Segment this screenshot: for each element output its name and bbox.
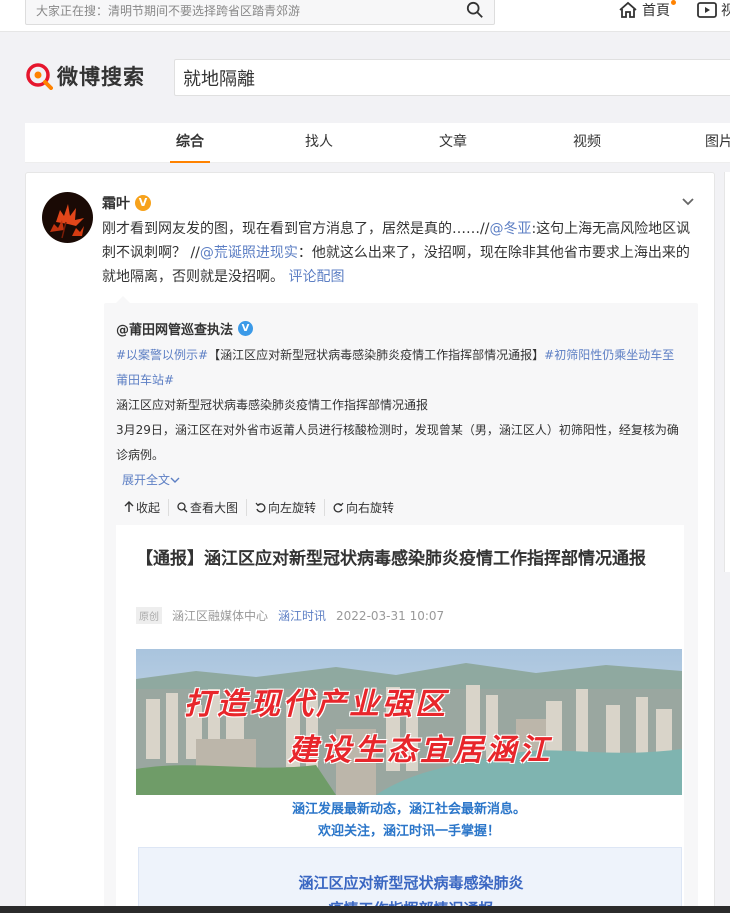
bottom-bar [0, 906, 730, 913]
hashtag-link-1[interactable]: #以案警以例示# [116, 348, 208, 362]
repost-username-text[interactable]: @莆田网管巡查执法 [116, 319, 233, 338]
weibo-search-logo[interactable]: 微博搜索 [25, 61, 145, 91]
article-title: 【通报】涵江区应对新型冠状病毒感染肺炎疫情工作指挥部情况通报 [136, 549, 646, 569]
mention-link-2[interactable]: @荒诞照进现实 [200, 245, 298, 261]
search-tabs: 综合 找人 文章 视频 图片 [25, 123, 730, 163]
post-text: 刚才看到网友发的图，现在看到官方消息了，居然是真的……//@冬亚:这句上海无高风… [102, 217, 702, 289]
search-logo-icon [26, 63, 53, 90]
chevron-down-icon[interactable] [681, 195, 695, 209]
repost-username[interactable]: @莆田网管巡查执法 V [116, 319, 254, 338]
rotate-left-label[interactable]: 向左旋转 [268, 499, 316, 516]
post-text-part1: 刚才看到网友发的图，现在看到官方消息了，居然是真的……// [102, 221, 490, 237]
expand-label[interactable]: 展开全文 [122, 473, 170, 487]
image-toolbar: 收起 查看大图 向左旋转 向右旋转 [124, 498, 402, 516]
rotate-left-button[interactable]: 向左旋转 [246, 498, 324, 516]
notification-dot [671, 0, 676, 5]
nav-video-label: 视 [721, 3, 730, 19]
post-username[interactable]: 霜叶 V [102, 193, 151, 213]
search-icon[interactable] [466, 1, 484, 19]
collapse-label[interactable]: 收起 [136, 499, 160, 516]
top-search-input[interactable]: 大家正在搜：清明节期间不要选择跨省区踏青郊游 [25, 0, 495, 25]
repost-line-3: 3月29日，涵江区在对外省市返莆人员进行核酸检测时，发现曾某（男，涵江区人）初筛… [116, 423, 679, 462]
mention-link-1[interactable]: @冬亚 [489, 221, 531, 237]
logo-text: 微博搜索 [57, 65, 145, 89]
article-time: 2022-03-31 10:07 [336, 608, 445, 623]
article-slogan: 涵江发展最新动态，涵江社会最新消息。 欢迎关注，涵江时讯一手掌握！ [136, 799, 682, 843]
nav-home[interactable]: 首頁 [618, 0, 676, 20]
view-large-label[interactable]: 查看大图 [190, 499, 238, 516]
article-screenshot-image[interactable]: 【通报】涵江区应对新型冠状病毒感染肺炎疫情工作指挥部情况通报 原创 涵江区融媒体… [116, 525, 684, 913]
banner-slogan-1: 打造现代产业强区 [184, 687, 448, 722]
notice-line-1: 涵江区应对新型冠状病毒感染肺炎 [298, 874, 524, 892]
post-username-text[interactable]: 霜叶 [102, 193, 130, 213]
tab-comprehensive[interactable]: 综合 [170, 123, 210, 163]
expand-full-text-link[interactable]: 展开全文 [116, 468, 686, 493]
tab-video[interactable]: 视频 [571, 123, 603, 163]
nav-home-label: 首頁 [642, 3, 670, 19]
verified-badge-icon: V [135, 195, 151, 211]
main-search-input[interactable] [183, 65, 683, 91]
tab-images[interactable]: 图片 [705, 123, 730, 163]
original-tag: 原创 [136, 607, 162, 624]
banner-slogan-2: 建设生态宜居涵江 [288, 733, 552, 768]
feed-card: 霜叶 V 刚才看到网友发的图，现在看到官方消息了，居然是真的……//@冬亚:这句… [25, 172, 715, 913]
tab-people[interactable]: 找人 [303, 123, 335, 163]
repost-block: @莆田网管巡查执法 V #以案警以例示#【涵江区应对新型冠状病毒感染肺炎疫情工作… [104, 296, 698, 913]
slogan-line-1: 涵江发展最新动态，涵江社会最新消息。 [291, 802, 526, 817]
slogan-line-2: 欢迎关注，涵江时讯一手掌握！ [317, 824, 500, 839]
magnifier-icon [177, 501, 188, 512]
rotate-right-label[interactable]: 向右旋转 [346, 499, 394, 516]
repost-text: #以案警以例示#【涵江区应对新型冠状病毒感染肺炎疫情工作指挥部情况通报】#初筛阳… [116, 343, 686, 493]
tab-articles[interactable]: 文章 [437, 123, 469, 163]
article-meta: 原创 涵江区融媒体中心 涵江时讯 2022-03-31 10:07 [136, 607, 444, 624]
city-banner-image: 打造现代产业强区 建设生态宜居涵江 [136, 649, 682, 795]
rotate-right-button[interactable]: 向右旋转 [324, 498, 402, 516]
main-search-box[interactable] [174, 59, 730, 96]
article-account: 涵江时讯 [278, 609, 327, 623]
article-source: 涵江区融媒体中心 [172, 609, 269, 623]
notice-box: 涵江区应对新型冠状病毒感染肺炎 疫情工作指挥部情况通报 [138, 847, 682, 913]
repost-line-2: 涵江区应对新型冠状病毒感染肺炎疫情工作指挥部情况通报 [116, 398, 429, 412]
nav-video[interactable]: 视 [697, 0, 730, 20]
collapse-button[interactable]: 收起 [124, 499, 168, 516]
chevron-down-icon [170, 477, 180, 483]
home-icon [619, 1, 637, 18]
video-icon [697, 2, 717, 18]
rotate-right-icon [333, 502, 344, 512]
arrow-up-icon [124, 501, 134, 512]
side-panel-edge [724, 172, 730, 572]
top-bar: 大家正在搜：清明节期间不要选择跨省区踏青郊游 首頁 视 [0, 0, 730, 32]
avatar[interactable] [42, 192, 93, 243]
comment-image-link[interactable]: 评论配图 [288, 269, 344, 285]
rotate-left-icon [255, 502, 266, 512]
view-large-image-button[interactable]: 查看大图 [168, 498, 246, 516]
blue-verified-badge-icon: V [238, 321, 254, 336]
search-header: 微博搜索 [0, 33, 730, 123]
maple-leaf-avatar-image [42, 192, 93, 243]
repost-headline: 【涵江区应对新型冠状病毒感染肺炎疫情工作指挥部情况通报】 [208, 348, 545, 362]
top-search-placeholder: 大家正在搜：清明节期间不要选择跨省区踏青郊游 [36, 4, 301, 18]
